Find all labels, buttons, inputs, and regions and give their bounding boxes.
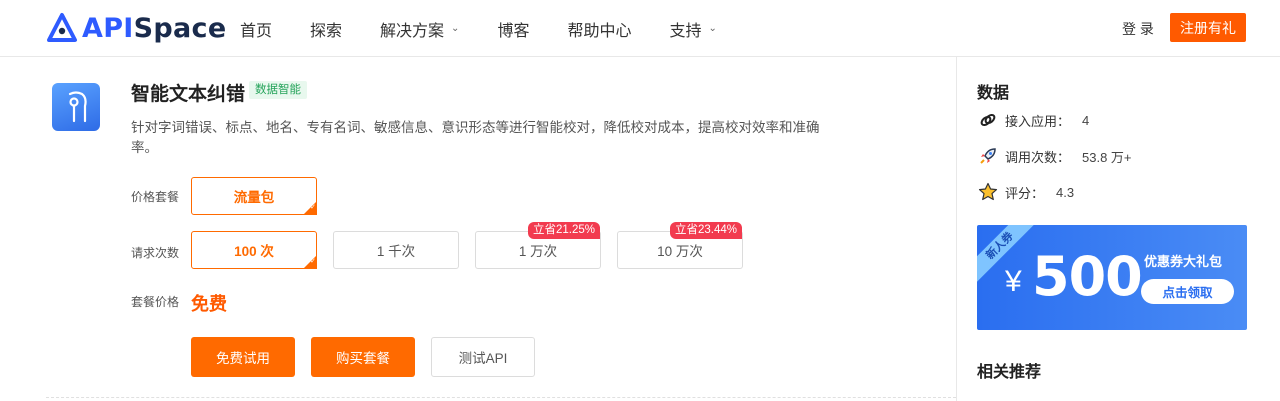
rocket-icon — [977, 145, 999, 167]
apispace-logo[interactable]: APISpace — [46, 11, 226, 45]
data-section-title: 数据 — [977, 85, 1010, 102]
stat-value: 4.3 — [1056, 184, 1075, 200]
product-icon — [52, 83, 100, 131]
buy-package-button[interactable]: 购买套餐 — [311, 337, 415, 377]
request-option-label: 10 万次 — [657, 244, 703, 259]
section-divider — [46, 397, 956, 398]
stat-label: 接入应用： — [1005, 113, 1071, 129]
register-button[interactable]: 注册有礼 — [1170, 13, 1246, 42]
nav-support[interactable]: 支持 ⌄ — [669, 17, 716, 41]
stat-label: 评分： — [1005, 185, 1045, 201]
request-option-10k[interactable]: 1 万次 立省21.25% — [475, 222, 601, 269]
nav-explore[interactable]: 探索 — [310, 17, 342, 41]
nav-help-center[interactable]: 帮助中心 — [567, 17, 631, 41]
coupon-amount: 500 — [1032, 245, 1143, 308]
stat-connected-apps: 接入应用： 4 — [977, 109, 1089, 131]
logo-wordmark: APISpace — [82, 12, 227, 44]
top-header: APISpace 首页 探索 解决方案 ⌄ 博客 帮助中心 支持 ⌄ 登 录 注册有… — [0, 0, 1280, 57]
discount-badge: 立省21.25% — [527, 222, 600, 239]
recommend-section-title: 相关推荐 — [977, 364, 1042, 381]
product-title: 智能文本纠错 — [131, 84, 246, 105]
stat-rating: 评分： 4.3 — [977, 181, 1074, 203]
test-api-button[interactable]: 测试API — [431, 337, 535, 377]
request-option-label: 100 次 — [234, 244, 274, 259]
package-price: 免费 — [191, 294, 227, 314]
chevron-down-icon: ⌄ — [708, 23, 717, 34]
discount-badge: 立省23.44% — [669, 222, 742, 239]
package-option-traffic[interactable]: 流量包 — [191, 177, 317, 215]
requests-label: 请求次数 — [131, 246, 180, 260]
stat-call-count: 调用次数： 53.8 万+ — [977, 145, 1132, 167]
text-correction-icon — [68, 91, 87, 123]
main-nav: 首页 探索 解决方案 ⌄ 博客 帮助中心 支持 ⌄ — [240, 0, 755, 57]
request-option-1k[interactable]: 1 千次 — [333, 231, 459, 269]
coupon-banner[interactable]: 新人券 ¥ 500 优惠券大礼包 点击领取 — [977, 225, 1247, 330]
category-tag[interactable]: 数据智能 — [249, 81, 307, 99]
selected-check-icon — [303, 201, 317, 215]
product-description: 针对字词错误、标点、地名、专有名词、敏感信息、意识形态等进行智能校对，降低校对成… — [131, 120, 820, 155]
stat-value: 4 — [1082, 112, 1090, 128]
nav-blog[interactable]: 博客 — [497, 17, 529, 41]
selected-check-icon — [303, 255, 317, 269]
login-link[interactable]: 登 录 — [1122, 19, 1154, 39]
coupon-currency: ¥ — [1005, 265, 1022, 298]
stat-value: 53.8 万+ — [1082, 149, 1132, 165]
request-option-100k[interactable]: 10 万次 立省23.44% — [617, 222, 743, 269]
package-option-label: 流量包 — [233, 190, 275, 205]
nav-home[interactable]: 首页 — [240, 17, 272, 41]
request-option-100[interactable]: 100 次 — [191, 231, 317, 269]
request-option-label: 1 万次 — [518, 244, 558, 259]
free-trial-button[interactable]: 免费试用 — [191, 337, 295, 377]
sidebar: 数据 接入应用： 4 调用次数： 53.8 万+ 评分： 4.3 新人券 ¥ 5… — [958, 57, 1280, 401]
stat-label: 调用次数： — [1005, 149, 1071, 165]
star-icon — [977, 181, 999, 203]
apispace-logo-icon — [47, 13, 77, 42]
claim-coupon-button[interactable]: 点击领取 — [1141, 279, 1234, 304]
chevron-down-icon: ⌄ — [451, 23, 460, 34]
product-main: 智能文本纠错 数据智能 针对字词错误、标点、地名、专有名词、敏感信息、意识形态等… — [0, 57, 957, 401]
request-option-label: 1 千次 — [376, 244, 416, 259]
nav-solutions[interactable]: 解决方案 ⌄ — [380, 17, 459, 41]
price-label: 套餐价格 — [131, 295, 180, 309]
coupon-name: 优惠券大礼包 — [1144, 254, 1223, 269]
package-label: 价格套餐 — [131, 190, 180, 204]
link-icon — [977, 109, 999, 131]
